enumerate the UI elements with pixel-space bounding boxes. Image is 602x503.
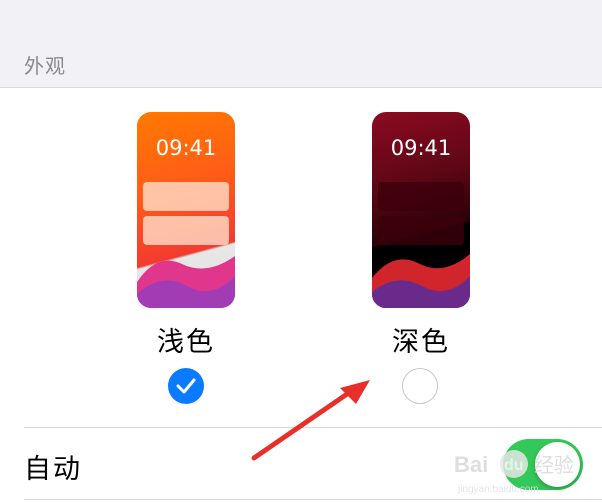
automatic-toggle[interactable] [503,439,583,490]
light-mode-label: 浅色 [157,327,215,358]
svg-text:Bai: Bai [454,452,488,477]
divider [24,499,602,500]
wallpaper-wave [372,254,470,308]
preview-widget [378,182,464,211]
preview-widget [143,182,229,211]
automatic-label: 自动 [24,454,82,485]
checkmark-icon [176,378,196,394]
section-title: 外观 [24,54,66,78]
preview-time: 09:41 [390,136,452,160]
preview-widget [143,216,229,245]
dark-mode-label: 深色 [392,327,450,358]
preview-time: 09:41 [155,136,217,160]
light-mode-radio[interactable] [168,368,204,404]
dark-mode-preview[interactable]: 09:41 [372,112,470,308]
divider [24,427,602,428]
light-mode-preview[interactable]: 09:41 [137,112,235,308]
preview-widget [378,216,464,245]
toggle-knob[interactable] [535,442,580,487]
section-header: 外观 [0,0,602,88]
dark-mode-radio[interactable] [402,368,438,404]
wallpaper-wave [137,256,235,308]
